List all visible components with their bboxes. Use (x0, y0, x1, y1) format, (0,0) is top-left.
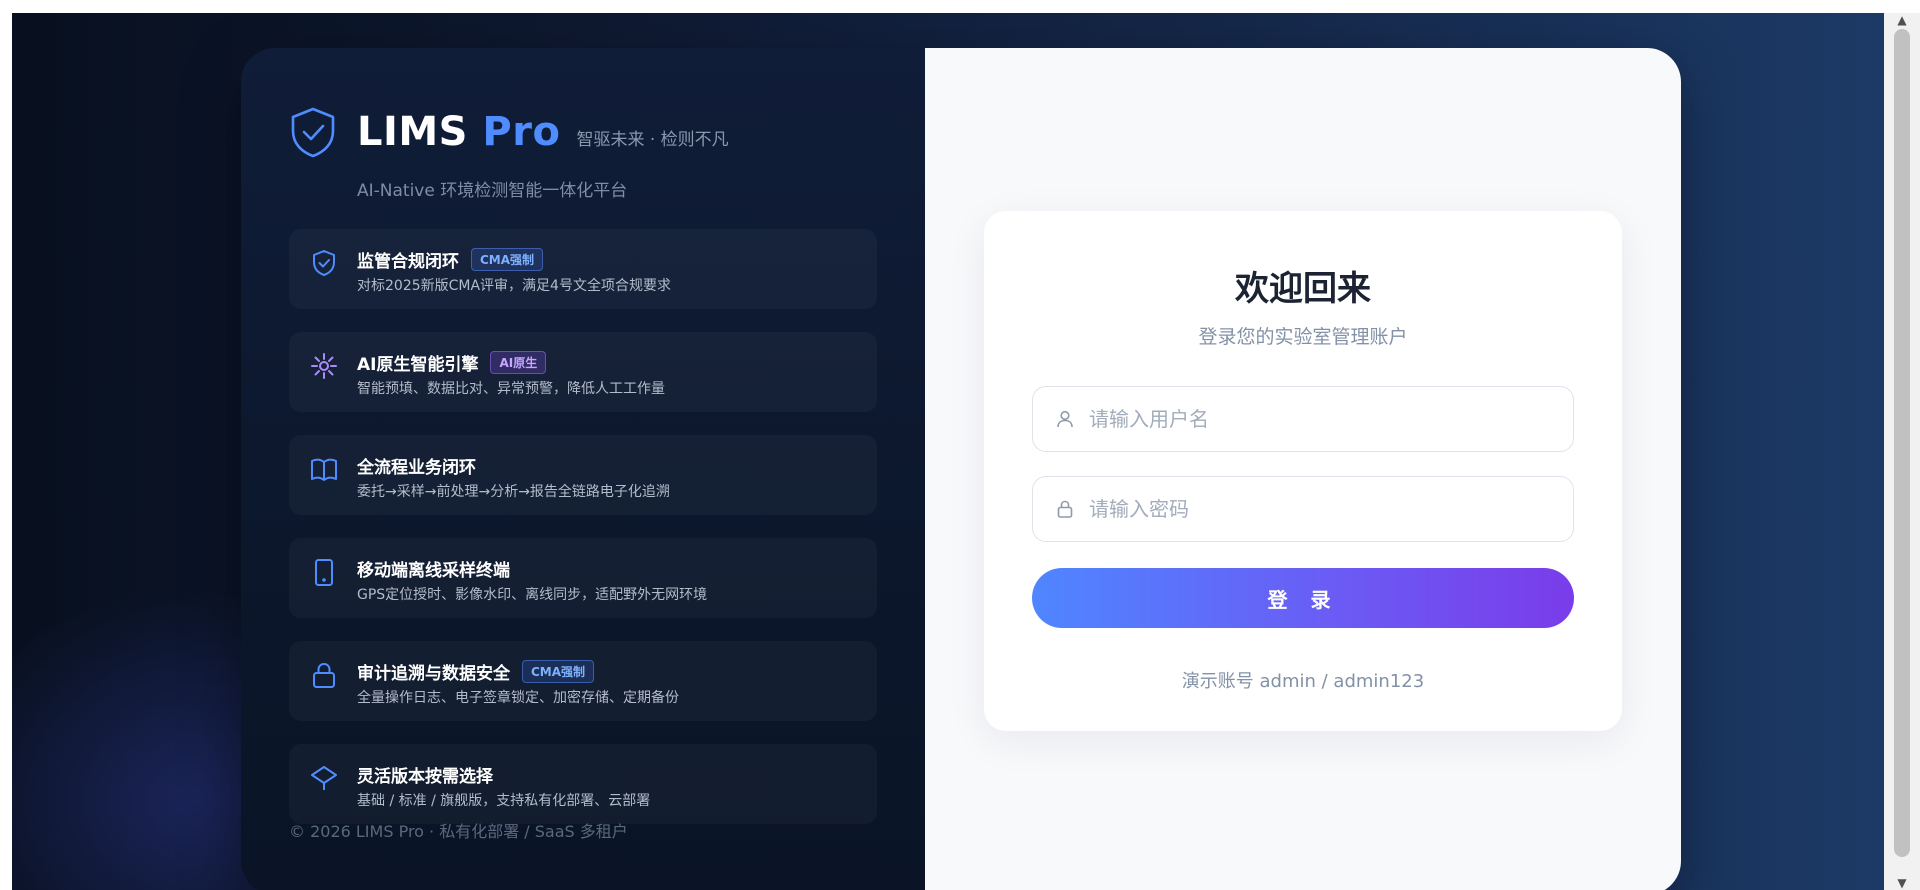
feature-title: 全流程业务闭环 (357, 457, 476, 478)
page-background: LIMS Pro 智驱未来 · 检则不凡 AI-Native 环境检测智能一体化… (12, 13, 1884, 890)
copyright-text: © 2026 LIMS Pro · 私有化部署 / SaaS 多租户 (289, 822, 628, 841)
book-icon (311, 458, 337, 481)
tablet-icon (315, 559, 333, 586)
password-field[interactable] (1032, 476, 1574, 542)
demo-account-hint: 演示账号 admin / admin123 (1181, 671, 1425, 692)
login-panel: 欢迎回来 登录您的实验室管理账户 登 录 (925, 48, 1681, 890)
feature-desc: 智能预填、数据比对、异常预警，降低人工工作量 (357, 381, 665, 397)
feature-title: 移动端离线采样终端 (357, 560, 510, 581)
username-field[interactable] (1032, 386, 1574, 452)
scrollbar-thumb[interactable] (1894, 29, 1910, 857)
feature-item: 监管合规闭环 CMA强制 对标2025新版CMA评审，满足4号文全项合规要求 (289, 229, 877, 309)
shield-logo-icon (291, 107, 335, 158)
login-button[interactable]: 登 录 (1032, 568, 1574, 628)
feature-desc: 对标2025新版CMA评审，满足4号文全项合规要求 (357, 278, 671, 294)
feature-desc: GPS定位授时、影像水印、离线同步，适配野外无网环境 (357, 587, 708, 603)
feature-list: 监管合规闭环 CMA强制 对标2025新版CMA评审，满足4号文全项合规要求 A… (289, 229, 877, 824)
feature-badge: CMA强制 (471, 247, 544, 271)
feature-badge: AI原生 (490, 350, 547, 374)
feature-item: 灵活版本按需选择 基础 / 标准 / 旗舰版，支持私有化部署、云部署 (289, 744, 877, 824)
brand-slogan: 智驱未来 · 检则不凡 (576, 129, 729, 150)
login-form: 欢迎回来 登录您的实验室管理账户 登 录 (984, 211, 1622, 731)
password-input[interactable] (1089, 497, 1559, 521)
feature-desc: 基础 / 标准 / 旗舰版，支持私有化部署、云部署 (357, 793, 651, 809)
feature-item: 全流程业务闭环 委托→采样→前处理→分析→报告全链路电子化追溯 (289, 435, 877, 515)
lock-icon (1057, 500, 1073, 518)
intro-panel: LIMS Pro 智驱未来 · 检则不凡 AI-Native 环境检测智能一体化… (241, 48, 925, 890)
brand-subtitle: AI-Native 环境检测智能一体化平台 (357, 181, 628, 201)
feature-title: 灵活版本按需选择 (357, 766, 493, 787)
lock-icon (313, 662, 335, 688)
username-input[interactable] (1089, 407, 1559, 431)
sparkle-icon (311, 353, 337, 379)
page-scrollbar[interactable]: ▲ ▼ (1884, 13, 1920, 890)
login-subtitle: 登录您的实验室管理账户 (1198, 326, 1408, 348)
diamond-icon (311, 766, 337, 790)
feature-title: 审计追溯与数据安全 (357, 663, 510, 684)
feature-item: AI原生智能引擎 AI原生 智能预填、数据比对、异常预警，降低人工工作量 (289, 332, 877, 412)
feature-desc: 委托→采样→前处理→分析→报告全链路电子化追溯 (357, 484, 670, 500)
shield-check-icon (313, 250, 335, 276)
feature-title: 监管合规闭环 (357, 251, 459, 272)
brand-suffix: Pro (482, 109, 561, 155)
login-card: LIMS Pro 智驱未来 · 检则不凡 AI-Native 环境检测智能一体化… (241, 48, 1681, 890)
login-title: 欢迎回来 (1235, 269, 1371, 309)
feature-desc: 全量操作日志、电子签章锁定、加密存储、定期备份 (357, 690, 679, 706)
user-icon (1057, 410, 1073, 428)
brand-title: LIMS Pro (357, 109, 561, 155)
feature-item: 移动端离线采样终端 GPS定位授时、影像水印、离线同步，适配野外无网环境 (289, 538, 877, 618)
feature-item: 审计追溯与数据安全 CMA强制 全量操作日志、电子签章锁定、加密存储、定期备份 (289, 641, 877, 721)
scroll-down-icon[interactable]: ▼ (1894, 876, 1910, 890)
brand-header: LIMS Pro 智驱未来 · 检则不凡 (289, 106, 877, 158)
feature-title: AI原生智能引擎 (357, 354, 479, 375)
feature-badge: CMA强制 (522, 659, 595, 683)
scroll-up-icon[interactable]: ▲ (1894, 13, 1910, 27)
